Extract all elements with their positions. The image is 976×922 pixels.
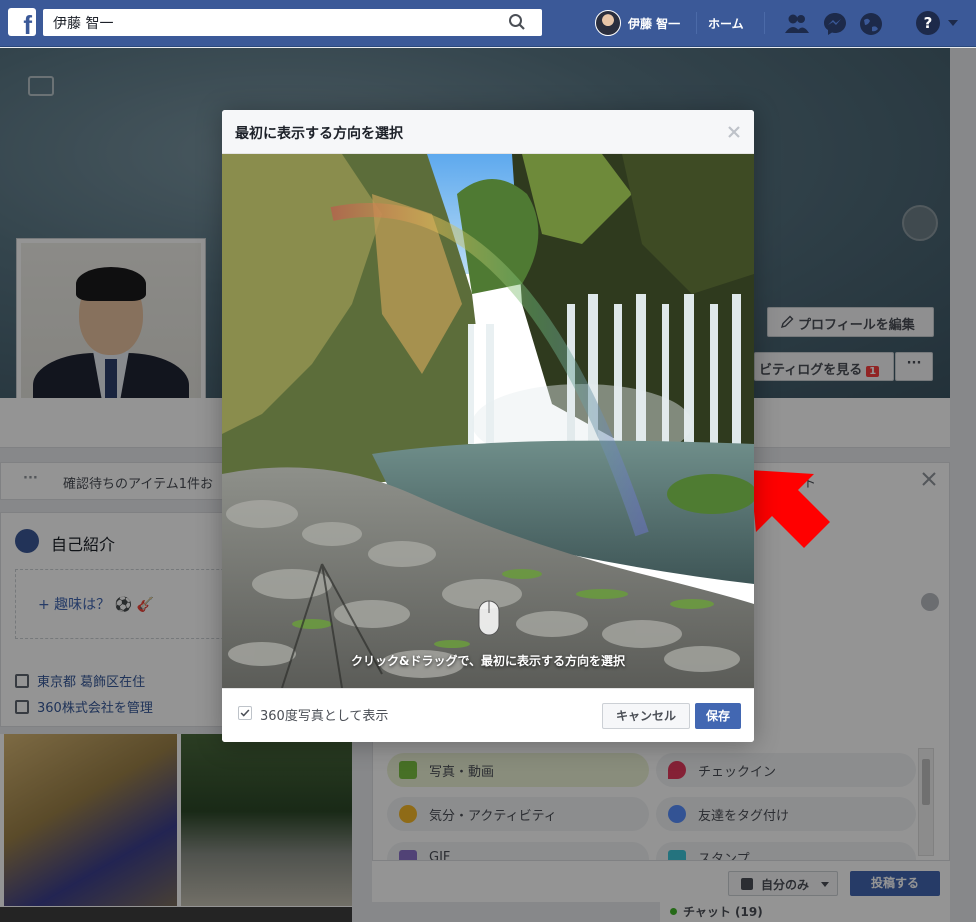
annotation-arrow-icon (750, 470, 830, 548)
help-icon[interactable]: ? (916, 11, 940, 35)
nav-home-link[interactable]: ホーム (708, 15, 744, 32)
panorama-viewer[interactable]: クリック&ドラッグで、最初に表示する方向を選択 (222, 154, 754, 688)
drag-hint-text: クリック&ドラッグで、最初に表示する方向を選択 (351, 654, 625, 668)
dialog-footer: 360度写真として表示 キャンセル 保存 (222, 688, 754, 742)
mouse-icon (478, 600, 500, 636)
show-as-360-label[interactable]: 360度写真として表示 (260, 705, 388, 724)
cancel-button[interactable]: キャンセル (602, 703, 690, 729)
search-input[interactable]: 伊藤 智一 (43, 9, 542, 36)
nav-divider (764, 12, 765, 34)
chevron-down-icon[interactable] (948, 20, 958, 26)
messenger-icon[interactable] (822, 11, 848, 37)
friends-icon[interactable] (784, 11, 810, 37)
select-initial-view-dialog: 最初に表示する方向を選択 クリック&ドラッグで、最初に表示する方向を選択 360… (222, 110, 754, 742)
facebook-logo-icon[interactable]: f (8, 8, 36, 36)
close-icon[interactable] (726, 124, 742, 140)
dialog-title: 最初に表示する方向を選択 (235, 126, 403, 142)
top-navigation-bar: f 伊藤 智一 伊藤 智一 ホーム ? (0, 0, 976, 47)
nav-divider (696, 12, 697, 34)
globe-icon[interactable] (858, 11, 884, 37)
search-input-value: 伊藤 智一 (53, 16, 114, 32)
nav-avatar[interactable] (595, 10, 621, 36)
search-icon[interactable] (508, 13, 526, 31)
save-button[interactable]: 保存 (695, 703, 741, 729)
nav-user-name[interactable]: 伊藤 智一 (628, 15, 680, 32)
show-as-360-checkbox[interactable] (238, 706, 252, 720)
dialog-header: 最初に表示する方向を選択 (222, 110, 754, 154)
